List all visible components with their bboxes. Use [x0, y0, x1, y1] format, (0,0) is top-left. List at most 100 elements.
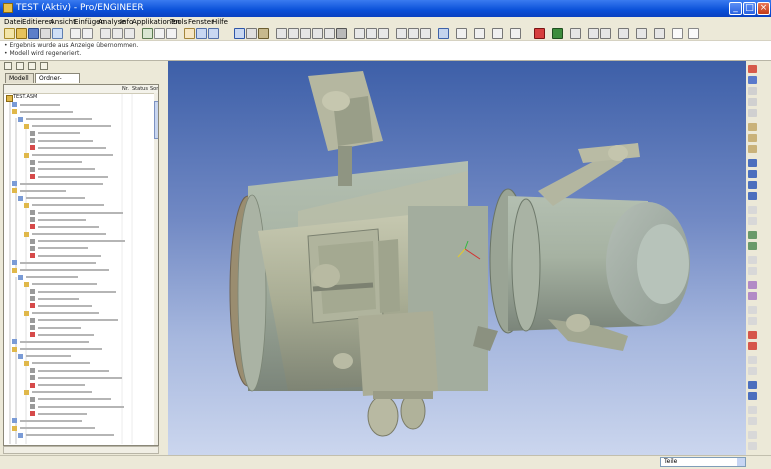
datum-axis-tool-icon[interactable] — [748, 76, 757, 84]
boundary-tool-icon[interactable] — [748, 417, 757, 425]
menu-window[interactable]: Fenster — [188, 17, 214, 27]
tree-row[interactable] — [4, 267, 156, 274]
project-tool-icon[interactable] — [748, 392, 757, 400]
tree-row[interactable] — [4, 432, 156, 439]
tree-row[interactable] — [4, 116, 156, 123]
no-hidden-icon[interactable] — [324, 28, 335, 39]
chamfer-tool-icon[interactable] — [748, 217, 757, 225]
menu-edit[interactable]: Editieren — [22, 17, 53, 27]
tree-vertical-scrollbar[interactable] — [154, 93, 158, 445]
tree-row[interactable] — [4, 403, 156, 410]
context-help-icon[interactable] — [654, 28, 665, 39]
wrap-tool-icon[interactable] — [748, 406, 757, 414]
solidify-tool-icon[interactable] — [748, 317, 757, 325]
datum-planes-icon[interactable] — [354, 28, 365, 39]
open-icon[interactable] — [16, 28, 27, 39]
datum-axes-icon[interactable] — [366, 28, 377, 39]
tree-row[interactable] — [4, 288, 156, 295]
pane-splitter[interactable] — [160, 61, 168, 455]
tree-row[interactable] — [4, 166, 156, 173]
hidden-line-icon[interactable] — [312, 28, 323, 39]
close-window-icon[interactable] — [672, 28, 683, 39]
tree-row[interactable] — [4, 324, 156, 331]
tab-folder-browser[interactable]: Ordner-Browser — [35, 73, 80, 92]
trim-tool-icon[interactable] — [748, 267, 757, 275]
sweep-tool-icon[interactable] — [748, 145, 757, 153]
regenerate-icon[interactable] — [142, 28, 153, 39]
menu-help[interactable]: Hilfe — [212, 17, 228, 27]
tree-row[interactable] — [4, 216, 156, 223]
perspective-icon[interactable] — [600, 28, 611, 39]
save-icon[interactable] — [28, 28, 39, 39]
variable-section-tool-icon[interactable] — [748, 442, 757, 450]
draft-tool-icon[interactable] — [748, 192, 757, 200]
email-icon[interactable] — [52, 28, 63, 39]
column-sort-header[interactable]: Sort — [150, 85, 158, 93]
tree-row[interactable] — [4, 274, 156, 281]
sketch-icon[interactable] — [456, 28, 467, 39]
show-icon[interactable] — [4, 62, 12, 70]
exit-icon[interactable] — [688, 28, 699, 39]
shading-icon[interactable] — [336, 28, 347, 39]
revolve-tool-icon[interactable] — [748, 134, 757, 142]
tree-row[interactable] — [4, 410, 156, 417]
tree-row[interactable] — [4, 101, 156, 108]
tree-row[interactable] — [4, 245, 156, 252]
redo-icon[interactable] — [82, 28, 93, 39]
cross-section-icon[interactable] — [636, 28, 647, 39]
wireframe-icon[interactable] — [300, 28, 311, 39]
tree-row[interactable] — [4, 187, 156, 194]
tree-row[interactable] — [4, 281, 156, 288]
tree-row[interactable] — [4, 417, 156, 424]
tree-row[interactable] — [4, 209, 156, 216]
shell-tool-icon[interactable] — [748, 170, 757, 178]
column-status-header[interactable]: Status — [132, 85, 148, 93]
orient-icon[interactable] — [258, 28, 269, 39]
tree-row[interactable] — [4, 108, 156, 115]
column-nr-header[interactable]: Nr. — [122, 85, 129, 93]
tree-row[interactable] — [4, 367, 156, 374]
datum-plane-tool-icon[interactable] — [748, 65, 757, 73]
pattern-tool-icon[interactable] — [748, 231, 757, 239]
warp-tool-icon[interactable] — [748, 331, 757, 339]
round-tool-icon[interactable] — [748, 206, 757, 214]
tree-row[interactable] — [4, 123, 156, 130]
right-scroll-strip[interactable] — [759, 61, 771, 455]
tree-horizontal-scrollbar[interactable] — [3, 446, 159, 454]
datum-curve-tool-icon[interactable] — [748, 87, 757, 95]
model-setup-icon[interactable] — [438, 28, 449, 39]
layer-icon[interactable] — [184, 28, 195, 39]
datum-points-icon[interactable] — [378, 28, 389, 39]
spin-center-icon[interactable] — [420, 28, 431, 39]
zoom-out-icon[interactable] — [234, 28, 245, 39]
tree-row[interactable] — [4, 223, 156, 230]
select-box-icon[interactable] — [166, 28, 177, 39]
view-manager-icon[interactable] — [288, 28, 299, 39]
tree-row[interactable] — [4, 425, 156, 432]
tree-row[interactable] — [4, 396, 156, 403]
explode-icon[interactable] — [618, 28, 629, 39]
paste-icon[interactable] — [124, 28, 135, 39]
maximize-button[interactable]: □ — [743, 2, 756, 15]
tree-row[interactable] — [4, 310, 156, 317]
new-icon[interactable] — [4, 28, 15, 39]
thicken-tool-icon[interactable] — [748, 306, 757, 314]
csys-icon[interactable] — [396, 28, 407, 39]
intersect-tool-icon[interactable] — [748, 381, 757, 389]
tree-filter-icon[interactable] — [28, 62, 36, 70]
tree-row[interactable] — [4, 353, 156, 360]
tree-row[interactable] — [4, 346, 156, 353]
tree-row[interactable] — [4, 180, 156, 187]
tree-root[interactable]: TEST.ASM — [4, 94, 156, 102]
tree-row[interactable] — [4, 338, 156, 345]
tree-row[interactable] — [4, 374, 156, 381]
annotation-icon[interactable] — [408, 28, 419, 39]
tree-row[interactable] — [4, 238, 156, 245]
assemble-tool-icon[interactable] — [748, 281, 757, 289]
tree-row[interactable] — [4, 173, 156, 180]
tree-scroll-thumb[interactable] — [154, 101, 158, 139]
display-style-icon[interactable] — [588, 28, 599, 39]
rib-tool-icon[interactable] — [748, 181, 757, 189]
tree-row[interactable] — [4, 302, 156, 309]
find-icon[interactable] — [154, 28, 165, 39]
